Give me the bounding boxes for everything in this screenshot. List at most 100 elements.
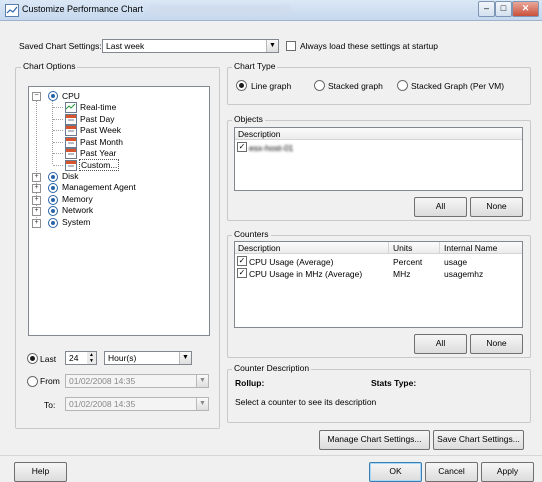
from-label: From — [40, 376, 60, 386]
tree-item-management-agent[interactable]: Management Agent — [62, 182, 136, 192]
counters-none-button[interactable]: None — [470, 334, 523, 354]
table-row[interactable]: ✓ CPU Usage (Average) Percent usage — [235, 256, 522, 267]
expand-icon[interactable]: + — [32, 184, 41, 193]
chart-type-title: Chart Type — [232, 61, 278, 71]
tree-item-network[interactable]: Network — [62, 205, 93, 215]
saved-settings-label: Saved Chart Settings: — [19, 41, 102, 51]
help-button[interactable]: Help — [14, 462, 67, 482]
apply-button[interactable]: Apply — [481, 462, 534, 482]
counters-table[interactable]: Description Units Internal Name ✓ CPU Us… — [234, 241, 523, 328]
line-graph-label: Line graph — [251, 81, 292, 91]
stacked-per-vm-label: Stacked Graph (Per VM) — [411, 81, 505, 91]
counters-header: Description Units Internal Name — [235, 242, 522, 254]
stacked-graph-radio[interactable] — [314, 80, 325, 91]
objects-header: Description — [235, 128, 522, 140]
tree-item-custom[interactable]: Custom... — [79, 159, 120, 171]
chevron-down-icon: ▼ — [196, 398, 208, 410]
objects-all-button[interactable]: All — [414, 197, 467, 217]
from-date-field[interactable]: 01/02/2008 14:35 ▼ — [65, 374, 209, 388]
tree-item-past-day[interactable]: Past Day — [80, 114, 115, 124]
stats-type-label: Stats Type: — [371, 378, 417, 388]
tree-item-disk[interactable]: Disk — [62, 171, 79, 181]
unit-dropdown[interactable]: Hour(s) ▼ — [104, 351, 192, 365]
to-date-field[interactable]: 01/02/2008 14:35 ▼ — [65, 397, 209, 411]
object-name[interactable]: esx-host-01 — [249, 143, 293, 153]
counter-units: MHz — [393, 269, 411, 279]
always-load-checkbox[interactable] — [286, 41, 296, 51]
counter-checkbox[interactable]: ✓ — [237, 256, 247, 266]
minimize-button[interactable]: – — [478, 1, 495, 17]
system-category-icon — [48, 218, 58, 228]
save-chart-settings-button[interactable]: Save Chart Settings... — [433, 430, 524, 450]
calendar-icon — [65, 137, 77, 148]
object-checkbox[interactable]: ✓ — [237, 142, 247, 152]
chevron-down-icon: ▼ — [196, 375, 208, 387]
to-date-value: 01/02/2008 14:35 — [69, 399, 136, 409]
chart-options-title: Chart Options — [21, 61, 78, 71]
last-value-stepper[interactable]: 24 ▲ ▼ — [65, 351, 97, 365]
ok-button[interactable]: OK — [369, 462, 422, 482]
objects-title: Objects — [232, 114, 265, 124]
calendar-icon — [65, 125, 77, 136]
management-agent-category-icon — [48, 183, 58, 193]
counters-header-description: Description — [238, 243, 281, 253]
objects-list[interactable]: Description ✓ esx-host-01 — [234, 127, 523, 191]
chevron-down-icon: ▼ — [179, 352, 191, 364]
table-row[interactable]: ✓ CPU Usage in MHz (Average) MHz usagemh… — [235, 268, 522, 279]
counter-description-title: Counter Description — [232, 363, 312, 373]
cancel-button[interactable]: Cancel — [425, 462, 478, 482]
unit-value: Hour(s) — [108, 353, 137, 363]
rollup-label: Rollup: — [235, 378, 265, 388]
counter-internal-name: usage — [444, 257, 468, 267]
from-date-value: 01/02/2008 14:35 — [69, 376, 136, 386]
window-title-extra — [150, 5, 290, 14]
saved-settings-dropdown[interactable]: Last week ▼ — [102, 39, 279, 53]
last-value: 24 — [69, 353, 79, 363]
close-button[interactable]: ✕ — [512, 1, 539, 17]
footer-divider — [0, 455, 542, 456]
spin-down-icon[interactable]: ▼ — [87, 358, 96, 364]
tree-item-past-year[interactable]: Past Year — [80, 148, 116, 158]
last-radio[interactable] — [27, 353, 38, 364]
window-title: Customize Performance Chart — [22, 4, 144, 14]
calendar-icon — [65, 148, 77, 159]
counter-description: CPU Usage (Average) — [249, 257, 334, 267]
to-label: To: — [44, 400, 56, 410]
expand-icon[interactable]: + — [32, 196, 41, 205]
maximize-button[interactable]: □ — [495, 1, 512, 17]
always-load-label: Always load these settings at startup — [300, 41, 438, 51]
tree-item-memory[interactable]: Memory — [62, 194, 93, 204]
from-radio[interactable] — [27, 376, 38, 387]
expand-icon[interactable]: + — [32, 219, 41, 228]
memory-category-icon — [48, 195, 58, 205]
counters-all-button[interactable]: All — [414, 334, 467, 354]
tree-item-past-month[interactable]: Past Month — [80, 137, 123, 147]
counter-units: Percent — [393, 257, 423, 267]
counter-internal-name: usagemhz — [444, 269, 484, 279]
expand-icon[interactable]: + — [32, 207, 41, 216]
objects-none-button[interactable]: None — [470, 197, 523, 217]
saved-settings-value: Last week — [106, 41, 145, 51]
objects-header-description: Description — [238, 129, 281, 139]
counters-header-internal-name: Internal Name — [444, 243, 498, 253]
counters-title: Counters — [232, 229, 271, 239]
calendar-icon — [65, 160, 77, 171]
counter-description-hint: Select a counter to see its description — [235, 397, 377, 407]
manage-chart-settings-button[interactable]: Manage Chart Settings... — [319, 430, 430, 450]
stacked-graph-label: Stacked graph — [328, 81, 383, 91]
chart-app-icon — [5, 4, 19, 17]
expand-icon[interactable]: + — [32, 173, 41, 182]
tree-item-past-week[interactable]: Past Week — [80, 125, 121, 135]
tree-item-realtime[interactable]: Real-time — [80, 102, 116, 112]
tree-item-cpu[interactable]: CPU — [62, 91, 80, 101]
collapse-icon[interactable]: − — [32, 92, 41, 101]
metric-tree[interactable]: − CPU Real-time Past Day Past Week Past … — [28, 86, 210, 336]
realtime-chart-icon — [65, 102, 77, 113]
counter-checkbox[interactable]: ✓ — [237, 268, 247, 278]
last-label: Last — [40, 354, 57, 364]
line-graph-radio[interactable] — [236, 80, 247, 91]
calendar-icon — [65, 114, 77, 125]
stacked-per-vm-radio[interactable] — [397, 80, 408, 91]
disk-category-icon — [48, 172, 58, 182]
tree-item-system[interactable]: System — [62, 217, 90, 227]
